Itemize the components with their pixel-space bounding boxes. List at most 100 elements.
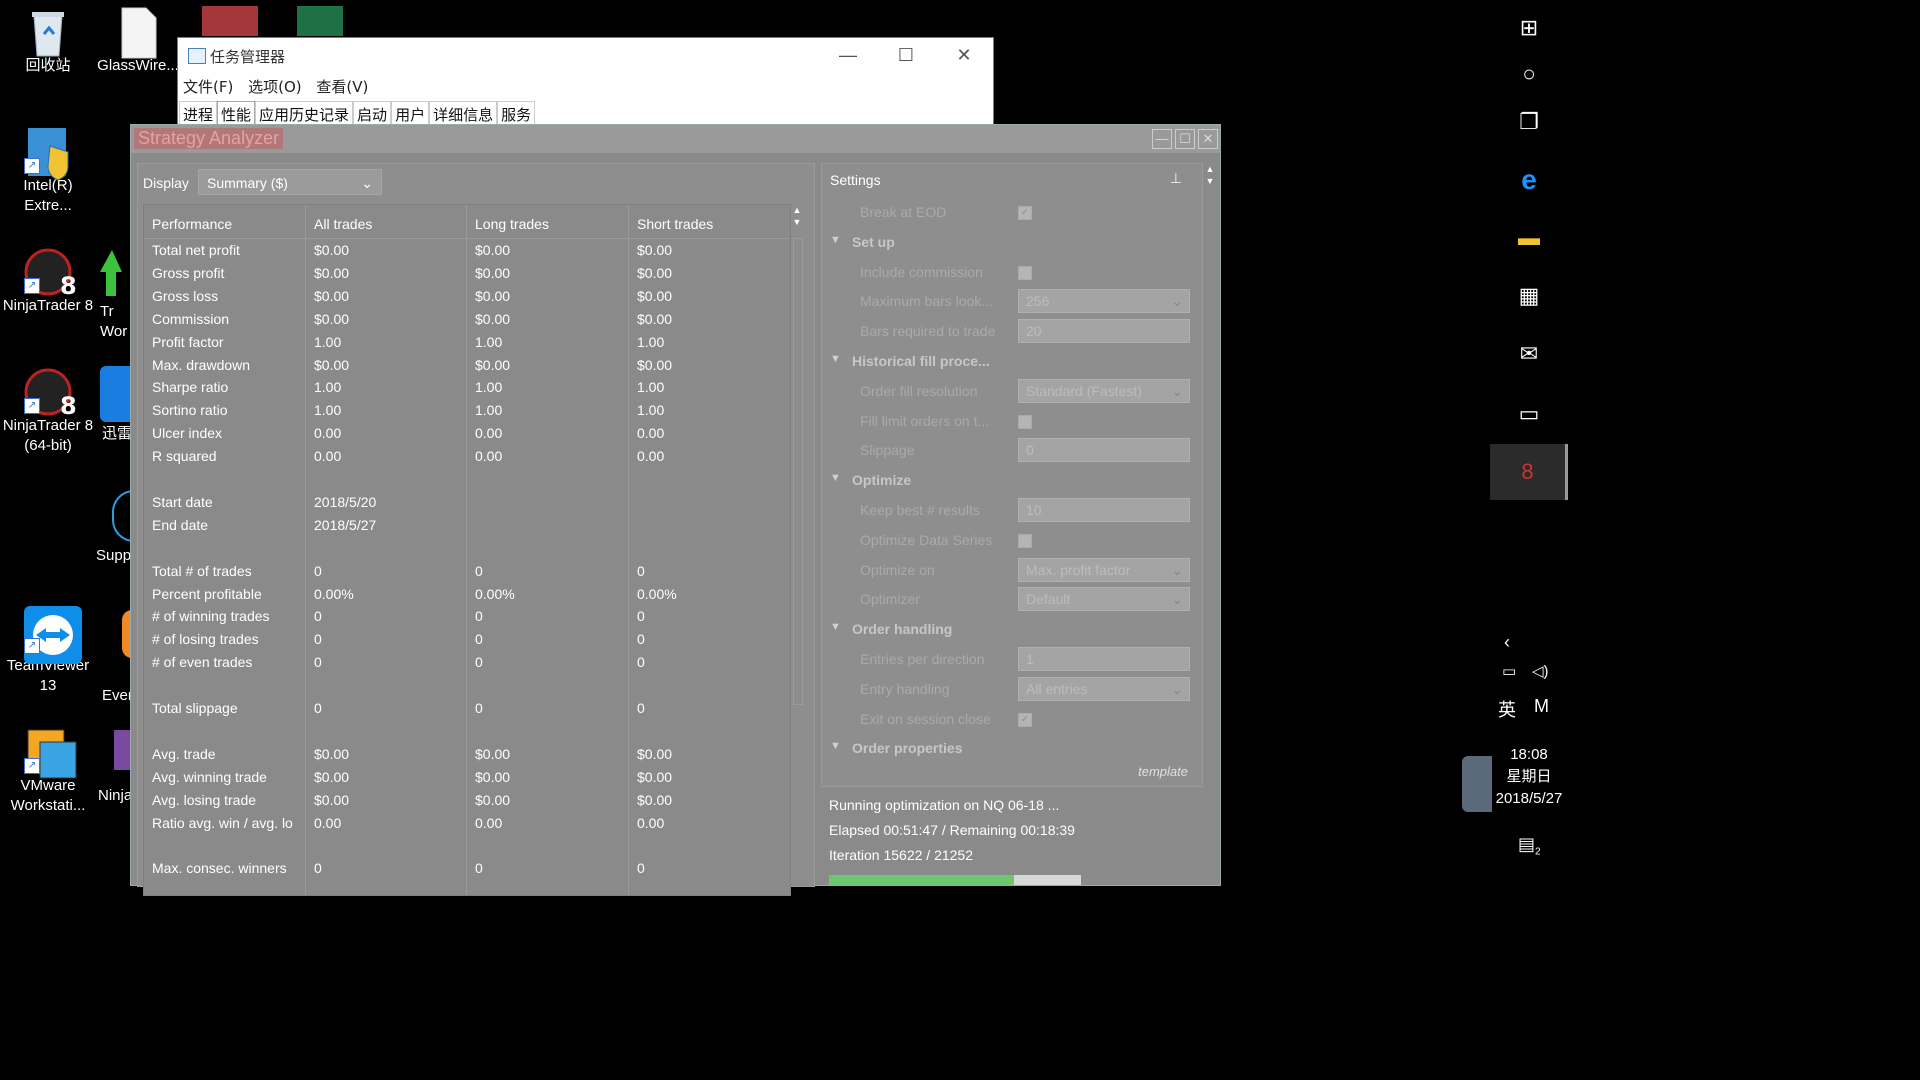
settings-row[interactable]: Fill limit orders on t... bbox=[822, 407, 1192, 437]
network-icon[interactable]: ▭ bbox=[1502, 662, 1516, 680]
column-header[interactable]: Short trades bbox=[637, 210, 787, 238]
minimize-button[interactable]: — bbox=[819, 38, 877, 72]
settings-row[interactable]: Maximum bars look... 256 ⌄ bbox=[822, 287, 1192, 317]
setting-checkbox[interactable] bbox=[1018, 414, 1032, 429]
desktop-icon-partial[interactable]: Tr Wor bbox=[96, 246, 132, 340]
expand-triangle-icon[interactable]: ▼ bbox=[830, 740, 841, 752]
desktop-icon-glasswire[interactable]: GlassWire... bbox=[90, 6, 186, 76]
edge-browser-icon[interactable]: e bbox=[1490, 152, 1568, 208]
setting-select[interactable]: Default ⌄ bbox=[1018, 587, 1190, 612]
desktop-icon-intel[interactable]: ↗ Intel(R) Extre... bbox=[0, 126, 96, 216]
settings-category[interactable]: ▼ Historical fill proce... bbox=[822, 347, 1192, 377]
setting-input[interactable]: 1 bbox=[1018, 647, 1190, 671]
menu-view[interactable]: 查看(V) bbox=[316, 78, 368, 96]
table-row[interactable]: Avg. losing trade $0.00 $0.00 $0.00 bbox=[144, 789, 790, 812]
ime-language[interactable]: 英 bbox=[1498, 696, 1516, 722]
table-row[interactable]: Total net profit $0.00 $0.00 $0.00 bbox=[144, 239, 790, 262]
column-header[interactable]: All trades bbox=[314, 210, 464, 238]
file-explorer-icon[interactable]: ▬ bbox=[1490, 210, 1568, 266]
volume-icon[interactable]: ◁) bbox=[1532, 662, 1549, 680]
table-row[interactable]: Avg. winning trade $0.00 $0.00 $0.00 bbox=[144, 766, 790, 789]
settings-category[interactable]: ▼ Optimize bbox=[822, 466, 1192, 496]
show-hidden-icons-chevron-icon[interactable]: ‹ bbox=[1504, 632, 1510, 653]
maximize-button[interactable]: ☐ bbox=[1175, 129, 1195, 149]
setting-select[interactable]: 256 ⌄ bbox=[1018, 289, 1190, 314]
table-row[interactable]: Avg. trade $0.00 $0.00 $0.00 bbox=[144, 743, 790, 766]
task-manager-window[interactable]: 任务管理器 — ☐ ✕ 文件(F) 选项(O) 查看(V) 进程 性能 应用历史… bbox=[177, 37, 994, 127]
settings-row[interactable]: Optimize Data Series bbox=[822, 526, 1192, 556]
table-row[interactable]: Max. drawdown $0.00 $0.00 $0.00 bbox=[144, 354, 790, 377]
setting-input[interactable]: 20 bbox=[1018, 319, 1190, 344]
scroll-down-icon[interactable]: ▼ bbox=[1201, 175, 1219, 187]
template-label[interactable]: template bbox=[1138, 764, 1188, 779]
table-row[interactable]: Commission $0.00 $0.00 $0.00 bbox=[144, 308, 790, 331]
scroll-down-icon[interactable]: ▼ bbox=[790, 216, 804, 228]
menu-options[interactable]: 选项(O) bbox=[248, 78, 302, 96]
table-row[interactable]: Total slippage 0 0 0 bbox=[144, 697, 790, 720]
desktop-icon-xunlei[interactable]: 迅雷 bbox=[100, 366, 132, 442]
store-icon[interactable]: ▦ bbox=[1490, 268, 1568, 324]
settings-row[interactable]: Bars required to trade 20 bbox=[822, 317, 1192, 347]
desktop-icon-recycle-bin[interactable]: 回收站 bbox=[0, 6, 96, 76]
title-bar[interactable]: Strategy Analyzer — ☐ ✕ bbox=[131, 125, 1220, 153]
expand-triangle-icon[interactable]: ▼ bbox=[830, 234, 841, 246]
setting-select[interactable]: Standard (Fastest) ⌄ bbox=[1018, 378, 1190, 403]
settings-row[interactable]: Include commission bbox=[822, 258, 1192, 288]
settings-row[interactable]: Entries per direction 1 bbox=[822, 645, 1192, 675]
settings-row[interactable]: Break at EOD ✓ bbox=[822, 198, 1192, 228]
setting-checkbox[interactable]: ✓ bbox=[1018, 712, 1032, 727]
strategy-analyzer-window[interactable]: Strategy Analyzer — ☐ ✕ Display Summary … bbox=[130, 124, 1221, 896]
maximize-button[interactable]: ☐ bbox=[877, 38, 935, 72]
setting-checkbox[interactable] bbox=[1018, 265, 1032, 280]
table-row[interactable] bbox=[144, 468, 790, 491]
mail-icon[interactable]: ✉ bbox=[1490, 326, 1568, 382]
task-manager-taskbar-icon[interactable]: ▭ bbox=[1490, 386, 1568, 442]
table-row[interactable]: Total # of trades 0 0 0 bbox=[144, 560, 790, 583]
scroll-up-icon[interactable]: ▲ bbox=[1201, 163, 1219, 175]
ime-mode[interactable]: M bbox=[1534, 696, 1549, 717]
desktop-icon-support[interactable]: Supp bbox=[96, 490, 134, 564]
clock[interactable]: 18:08 星期日 2018/5/27 bbox=[1490, 744, 1568, 810]
action-center-icon[interactable]: ▤2 bbox=[1518, 834, 1541, 858]
scroll-up-icon[interactable]: ▲ bbox=[790, 204, 804, 216]
minimize-button[interactable]: — bbox=[1152, 129, 1172, 149]
settings-category[interactable]: ▼ Order properties bbox=[822, 734, 1192, 764]
setting-input[interactable]: 10 bbox=[1018, 498, 1190, 522]
table-row[interactable]: Sortino ratio 1.00 1.00 1.00 bbox=[144, 399, 790, 422]
table-row[interactable]: Gross loss $0.00 $0.00 $0.00 bbox=[144, 285, 790, 308]
settings-row[interactable]: Optimizer Default ⌄ bbox=[822, 585, 1192, 615]
settings-row[interactable]: Keep best # results 10 bbox=[822, 496, 1192, 526]
settings-row[interactable]: Slippage 0 bbox=[822, 436, 1192, 466]
table-row[interactable]: End date 2018/5/27 bbox=[144, 514, 790, 537]
vertical-scrollbar[interactable]: ▲ ▼ bbox=[790, 204, 804, 705]
settings-row[interactable]: Order fill resolution Standard (Fastest) ⌄ bbox=[822, 377, 1192, 407]
close-button[interactable]: ✕ bbox=[1198, 129, 1218, 149]
setting-select[interactable]: Max. profit factor ⌄ bbox=[1018, 557, 1190, 582]
table-row[interactable]: Sharpe ratio 1.00 1.00 1.00 bbox=[144, 376, 790, 399]
desktop-icon-vmware[interactable]: ↗ VMware Workstati... bbox=[0, 726, 96, 816]
table-row[interactable]: Profit factor 1.00 1.00 1.00 bbox=[144, 331, 790, 354]
close-button[interactable]: ✕ bbox=[935, 38, 993, 72]
table-row[interactable]: # of losing trades 0 0 0 bbox=[144, 628, 790, 651]
settings-category[interactable]: ▼ Order handling bbox=[822, 615, 1192, 645]
desktop-icon-teamviewer[interactable]: ↗ TeamViewer 13 bbox=[0, 606, 96, 696]
desktop-icon-ninjatrader8[interactable]: 8 ↗ NinjaTrader 8 bbox=[0, 246, 96, 316]
table-row[interactable]: Ulcer index 0.00 0.00 0.00 bbox=[144, 422, 790, 445]
setting-checkbox[interactable]: ✓ bbox=[1018, 206, 1032, 220]
table-row[interactable]: Max. consec. winners 0 0 0 bbox=[144, 857, 790, 880]
title-bar[interactable]: 任务管理器 — ☐ ✕ bbox=[178, 38, 993, 72]
setting-checkbox[interactable] bbox=[1018, 533, 1032, 548]
column-header[interactable]: Performance bbox=[152, 210, 302, 238]
table-row[interactable]: Start date 2018/5/20 bbox=[144, 491, 790, 514]
table-row[interactable] bbox=[144, 834, 790, 857]
desktop-icon-access[interactable] bbox=[190, 6, 270, 38]
column-header[interactable]: Long trades bbox=[475, 210, 625, 238]
table-row[interactable]: Gross profit $0.00 $0.00 $0.00 bbox=[144, 262, 790, 285]
settings-row[interactable]: Exit on session close ✓ bbox=[822, 705, 1192, 735]
display-select[interactable]: Summary ($) ⌄ bbox=[198, 169, 382, 195]
ninjatrader-taskbar-icon[interactable]: 8 bbox=[1490, 444, 1568, 500]
task-view-icon[interactable]: ❐ bbox=[1490, 94, 1568, 150]
table-row[interactable]: Ratio avg. win / avg. lo 0.00 0.00 0.00 bbox=[144, 812, 790, 835]
expand-triangle-icon[interactable]: ▼ bbox=[830, 353, 841, 365]
settings-row[interactable]: Entry handling All entries ⌄ bbox=[822, 675, 1192, 705]
